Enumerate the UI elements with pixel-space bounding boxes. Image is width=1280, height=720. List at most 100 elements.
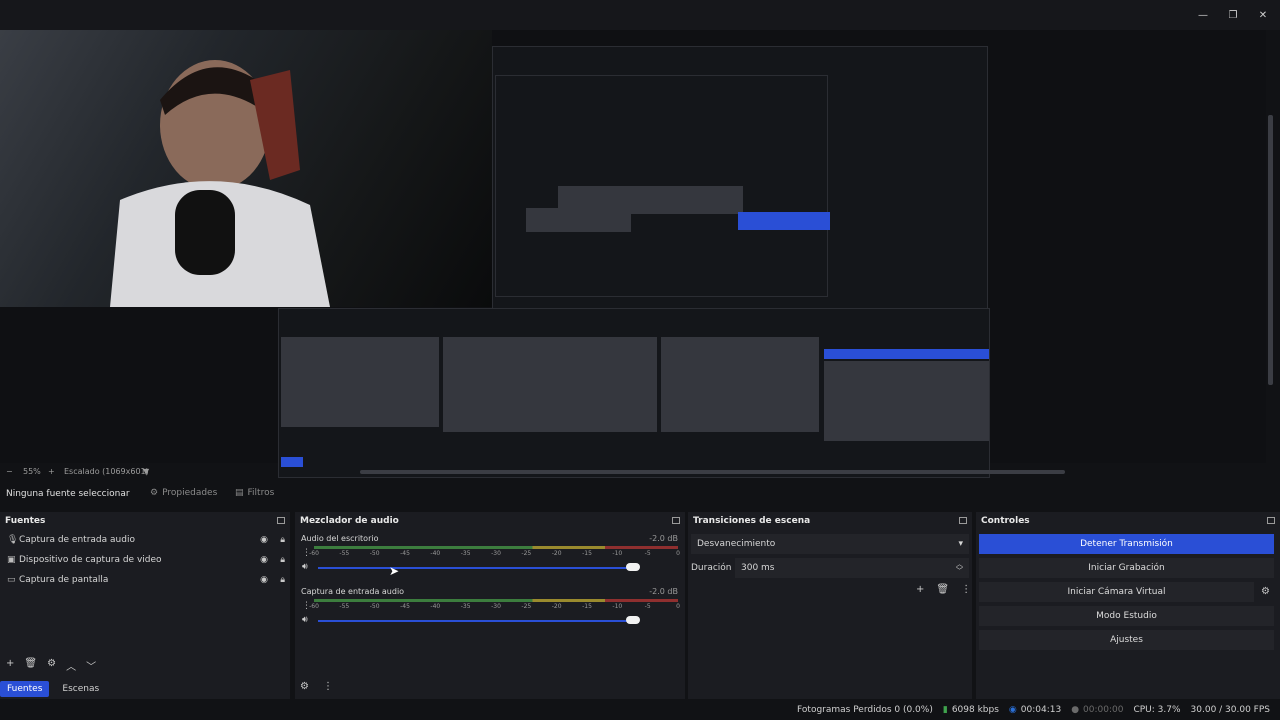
meter-tick-label: -40: [430, 550, 441, 557]
lock-icon[interactable]: 🔒︎: [280, 535, 285, 545]
mixer-channel: Captura de entrada audio -2.0 dB ⋮ -60 -5…: [300, 587, 680, 635]
meter-ticks: -60 -55 -50 -45 -40 -35 -30 -25 -20 -15 -10 -5 0: [309, 550, 680, 560]
stop-stream-button[interactable]: Detener Transmisión: [979, 534, 1274, 554]
volume-slider[interactable]: [318, 620, 638, 622]
meter-tick-label: -20: [551, 603, 562, 610]
source-toolbar: Ninguna fuente seleccionar ⚙ Propiedades…: [0, 484, 1280, 506]
meter-ticks: -60 -55 -50 -45 -40 -35 -30 -25 -20 -15 -10 -5 0: [309, 603, 680, 613]
nested-preview-window: [492, 46, 988, 309]
record-icon: ●: [1071, 705, 1080, 715]
lock-icon[interactable]: 🔒︎: [280, 575, 285, 585]
transition-actions: + 🗑︎ ⋮: [916, 584, 971, 595]
filters-label: Filtros: [247, 488, 275, 498]
controls-title: Controles: [981, 515, 1030, 526]
eye-icon[interactable]: ◉: [260, 535, 268, 545]
preview-bar: − 55% + Escalado (1069x601) ▼: [0, 464, 1280, 480]
gear-icon[interactable]: ⚙: [1261, 586, 1270, 597]
meter-tick-label: -55: [339, 603, 350, 610]
speaker-icon[interactable]: 🔊︎: [302, 615, 308, 625]
start-virtual-cam-button[interactable]: Iniciar Cámara Virtual: [979, 582, 1254, 602]
channel-db: -2.0 dB: [649, 587, 678, 596]
filters-button[interactable]: ▤ Filtros: [235, 488, 274, 498]
vertical-scrollbar[interactable]: [1268, 115, 1273, 385]
mixer-actions: ⚙ ⋮: [300, 681, 333, 692]
add-icon[interactable]: +: [6, 658, 14, 673]
sources-title: Fuentes: [5, 515, 46, 526]
meter-tick-label: -5: [644, 550, 651, 557]
gear-icon[interactable]: ⚙: [47, 658, 56, 673]
settings-button[interactable]: Ajustes: [979, 630, 1274, 650]
transitions-dock: Transiciones de escena Desvanecimiento ▾…: [688, 512, 972, 699]
stream-time: 00:04:13: [1020, 705, 1062, 715]
duration-stepper[interactable]: 300 ms ︿ ﹀: [735, 558, 969, 578]
properties-button[interactable]: ⚙ Propiedades: [150, 488, 217, 498]
mixer-channel: Audio del escritorio -2.0 dB ⋮ -60 -55 -50…: [300, 534, 680, 582]
undock-icon[interactable]: [277, 517, 285, 524]
arrow-down-icon[interactable]: ﹀: [86, 658, 96, 673]
restore-icon[interactable]: ❐: [1218, 0, 1248, 30]
volume-row: 🔊︎: [300, 615, 678, 627]
more-vertical-icon[interactable]: ⋮: [323, 681, 333, 692]
source-item[interactable]: 🎙︎ Captura de entrada audio ◉ 🔒︎: [0, 530, 290, 550]
eye-icon[interactable]: ◉: [260, 555, 268, 565]
chevron-down-icon[interactable]: ▼: [143, 467, 149, 476]
zoom-in-icon[interactable]: +: [48, 467, 55, 476]
studio-mode-button[interactable]: Modo Estudio: [979, 606, 1274, 626]
trash-icon[interactable]: 🗑︎: [936, 584, 949, 595]
meter-tick-label: -25: [521, 603, 532, 610]
monitor-icon: ▭: [7, 575, 16, 585]
lock-icon[interactable]: 🔒︎: [280, 555, 285, 565]
chevron-down-icon: ▾: [958, 539, 963, 549]
camera-icon: ▣: [7, 555, 16, 565]
meter-tick-label: -10: [612, 550, 623, 557]
volume-handle[interactable]: [626, 616, 640, 624]
add-icon[interactable]: +: [916, 584, 924, 595]
meter-tick-label: -10: [612, 603, 623, 610]
meter-tick-label: -30: [491, 550, 501, 557]
dock-tabs: Fuentes Escenas: [0, 679, 106, 699]
minimize-icon[interactable]: —: [1188, 0, 1218, 30]
bitrate-status: ▮ 6098 kbps: [943, 705, 999, 715]
meter-tick-label: -15: [582, 550, 592, 557]
meter-tick-label: 0: [676, 550, 680, 557]
zoom-out-icon[interactable]: −: [6, 467, 13, 476]
undock-icon[interactable]: [1267, 517, 1275, 524]
meter-tick-label: -15: [582, 603, 592, 610]
more-vertical-icon[interactable]: ⋮: [961, 584, 971, 595]
undock-icon[interactable]: [959, 517, 967, 524]
meter-tick-label: -55: [339, 550, 350, 557]
speaker-icon[interactable]: 🔊︎: [302, 562, 308, 572]
trash-icon[interactable]: 🗑︎: [24, 658, 37, 673]
stream-time-status: ◉ 00:04:13: [1009, 705, 1061, 715]
preview-canvas[interactable]: [0, 30, 1266, 478]
close-icon[interactable]: ✕: [1248, 0, 1278, 30]
transition-selected: Desvanecimiento: [697, 539, 776, 549]
meter-tick-label: -45: [400, 550, 410, 557]
fps-value: 30.00 / 30.00 FPS: [1190, 705, 1270, 715]
dock-header: Transiciones de escena: [688, 512, 972, 529]
stepper-arrows-icon[interactable]: ︿ ﹀: [956, 561, 963, 575]
nested-preview-inner: [495, 75, 830, 297]
transitions-title: Transiciones de escena: [693, 515, 811, 526]
webcam-feed: [0, 30, 492, 307]
settings-icon[interactable]: ⚙: [300, 681, 309, 692]
transition-select[interactable]: Desvanecimiento ▾: [691, 534, 969, 554]
dock-header: Mezclador de audio: [295, 512, 685, 529]
volume-slider[interactable]: [318, 567, 638, 569]
tab-sources[interactable]: Fuentes: [0, 681, 50, 697]
source-item[interactable]: ▣ Dispositivo de captura de video ◉ 🔒︎: [0, 550, 290, 570]
volume-handle[interactable]: [626, 563, 640, 571]
meter-tick-label: -25: [521, 550, 532, 557]
source-item[interactable]: ▭ Captura de pantalla ◉ 🔒︎: [0, 570, 290, 590]
start-recording-button[interactable]: Iniciar Grabación: [979, 558, 1274, 578]
arrow-up-icon[interactable]: ︿: [66, 658, 76, 673]
tab-scenes[interactable]: Escenas: [55, 681, 106, 697]
meter-tick-label: -45: [400, 603, 410, 610]
audio-mixer-dock: Mezclador de audio Audio del escritorio …: [295, 512, 685, 699]
undock-icon[interactable]: [672, 517, 680, 524]
meter-tick-label: -50: [369, 550, 380, 557]
eye-icon[interactable]: ◉: [260, 575, 268, 585]
title-bar: — ❐ ✕: [0, 0, 1280, 30]
meter-tick-label: -35: [460, 603, 471, 610]
channel-name: Captura de entrada audio: [301, 587, 405, 596]
